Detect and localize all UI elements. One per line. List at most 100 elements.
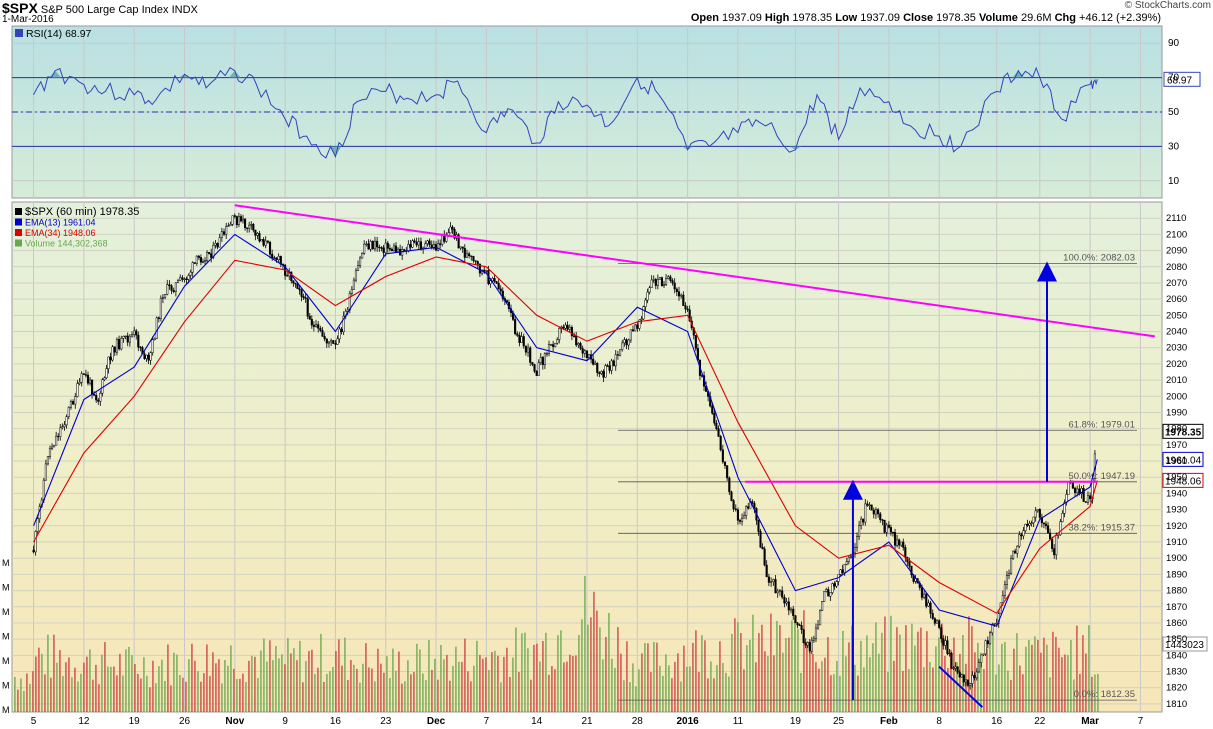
volume-bar [134,664,136,712]
price-y-tick: 2050 [1166,310,1187,321]
candle-body [465,253,469,258]
candle-body [397,248,400,252]
candle-body [1032,516,1035,524]
candle-body [1038,509,1041,518]
volume-scale-label: M [2,607,10,617]
candle-body [376,240,379,248]
price-y-tick: 1900 [1166,553,1187,564]
volume-bar [641,653,643,712]
candle-body [463,248,466,258]
volume-bar [365,643,367,712]
volume-bar [20,678,22,712]
candle-body [354,270,358,281]
candle-body [382,247,385,253]
x-tick-label: Nov [225,716,244,727]
fib-label: 0.0%: 1812.35 [1074,689,1135,700]
volume-scale-label: M [2,558,10,568]
candle-body [181,277,184,280]
candle-body [969,683,972,686]
volume-bar [848,642,850,712]
candle-body [1067,481,1070,495]
volume-bar [770,613,772,712]
candle-body [53,444,56,448]
volume-bar [923,667,925,712]
candle-body [792,608,795,616]
volume-bar [326,673,328,712]
volume-bar [587,624,589,712]
volume-bar [362,663,364,712]
volume-bar [47,634,49,712]
volume-bar [521,633,523,712]
volume-bar [665,654,667,712]
candle-body [459,246,462,249]
candle-body [940,627,943,639]
rsi-y-tick: 10 [1168,176,1180,187]
volume-bar [746,645,748,712]
candle-body [225,226,228,235]
candle-body [191,262,194,273]
candle-body [222,231,226,235]
volume-bar [1085,653,1087,712]
candle-body [312,324,315,327]
candle-body [157,317,160,319]
candle-body [74,396,77,405]
candle-body [42,479,45,501]
volume-bar [332,667,334,712]
volume-bar [206,644,208,712]
candle-body [258,233,261,242]
volume-bar [443,659,445,712]
volume-bar [356,668,358,712]
candle-body [72,401,75,405]
candle-body [740,517,744,522]
candle-body [713,413,716,424]
candle-body [642,306,645,320]
volume-bar [113,666,115,712]
volume-bar [29,683,31,712]
volume-bar [728,676,730,712]
fib-label: 50.0%: 1947.19 [1068,471,1135,482]
candle-body [1042,522,1045,525]
volume-bar [830,675,832,712]
candle-body [776,590,779,594]
volume-bar [560,630,562,712]
candle-body [254,229,257,236]
volume-bar [221,683,223,712]
volume-bar [800,672,802,712]
candle-body [570,327,573,337]
price-legend-swatch [15,229,22,236]
rsi-legend-swatch [15,29,23,37]
price-y-tick: 1830 [1166,667,1187,678]
volume-bar [593,591,595,712]
volume-bar [794,618,796,712]
volume-bar [329,671,331,712]
candle-body [46,456,49,465]
volume-bar [668,665,670,712]
volume-bar [836,660,838,712]
volume-bar [428,640,430,712]
candle-body [214,243,217,246]
volume-bar [596,610,598,712]
volume-bar [146,675,148,712]
price-legend-entry: EMA(13) 1961.04 [25,218,96,228]
price-y-tick: 2100 [1166,229,1187,240]
candle-body [616,354,619,356]
x-tick-label: Mar [1081,716,1099,727]
price-legend-swatch [15,239,22,247]
x-tick-label: 21 [581,716,593,727]
volume-bar [59,650,61,712]
candle-body [900,541,903,546]
candle-body [717,428,720,437]
candle-body [778,590,782,592]
volume-bar [395,670,397,712]
volume-bar [455,646,457,712]
price-y-tick: 1930 [1166,505,1187,516]
volume-bar [812,654,814,712]
candle-body [977,662,981,673]
volume-bar [407,660,409,712]
volume-bar [482,658,484,712]
volume-bar [677,653,679,712]
volume-bar [224,659,226,712]
candle-body [547,344,551,354]
candle-body [327,341,331,344]
candle-body [332,340,335,344]
